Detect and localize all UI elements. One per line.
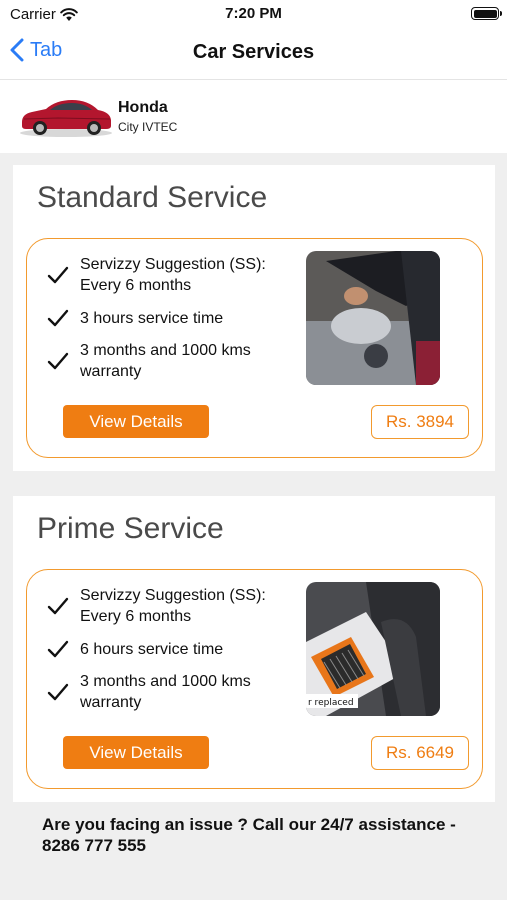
status-bar: Carrier 7:20 PM	[0, 0, 507, 28]
feature-text: Servizzy Suggestion (SS): Every 6 months	[80, 256, 266, 294]
navigation-bar: Tab Car Services	[0, 28, 507, 80]
feature-text: 3 hours service time	[80, 309, 224, 327]
service-details-box: Servizzy Suggestion (SS): Every 6 months…	[26, 238, 483, 458]
car-make: Honda	[118, 99, 168, 116]
page-title: Car Services	[192, 41, 315, 63]
battery-icon	[471, 7, 502, 20]
checkmark-icon	[47, 683, 69, 701]
feature-text: 6 hours service time	[80, 640, 224, 658]
feature-item: 6 hours service time	[47, 638, 290, 660]
checkmark-icon	[47, 640, 69, 658]
car-image	[20, 100, 112, 137]
view-details-button[interactable]: View Details	[63, 405, 209, 438]
price-tag: Rs. 3894	[371, 405, 469, 439]
checkmark-icon	[47, 597, 69, 615]
feature-text: 3 months and 1000 kms warranty	[80, 673, 251, 711]
feature-text: Servizzy Suggestion (SS): Every 6 months	[80, 587, 266, 625]
checkmark-icon	[47, 352, 69, 370]
feature-item: 3 months and 1000 kms warranty	[47, 671, 290, 713]
service-photo	[306, 251, 440, 385]
feature-item: 3 hours service time	[47, 307, 290, 329]
view-details-button[interactable]: View Details	[63, 736, 209, 769]
service-card-standard: Standard Service Servizzy Suggestion (SS…	[13, 165, 495, 471]
feature-item: Servizzy Suggestion (SS): Every 6 months	[47, 254, 290, 296]
service-photo: r replaced	[306, 582, 440, 716]
service-details-box: Servizzy Suggestion (SS): Every 6 months…	[26, 569, 483, 789]
service-card-prime: Prime Service Servizzy Suggestion (SS): …	[13, 496, 495, 802]
service-title: Prime Service	[37, 512, 224, 545]
checkmark-icon	[47, 309, 69, 327]
feature-text: 3 months and 1000 kms warranty	[80, 342, 251, 380]
price-tag: Rs. 6649	[371, 736, 469, 770]
car-model: City IVTEC	[118, 120, 178, 134]
checkmark-icon	[47, 266, 69, 284]
photo-caption: r replaced	[308, 698, 354, 708]
feature-item: 3 months and 1000 kms warranty	[47, 340, 290, 382]
selected-car-header[interactable]: Honda City IVTEC	[0, 80, 507, 153]
assistance-message: Are you facing an issue ? Call our 24/7 …	[42, 815, 456, 855]
service-title: Standard Service	[37, 181, 268, 214]
feature-item: Servizzy Suggestion (SS): Every 6 months	[47, 585, 290, 627]
status-time: 7:20 PM	[225, 5, 282, 22]
